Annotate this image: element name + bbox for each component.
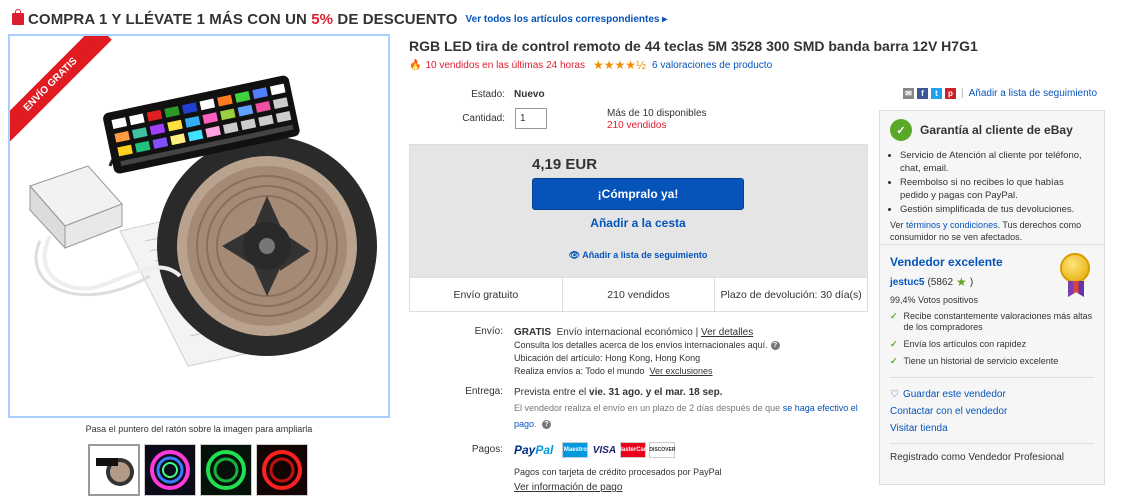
delivery-info-icon[interactable]: ? xyxy=(542,420,552,430)
guarantee-shield-icon: ✓ xyxy=(890,119,912,141)
mastercard-icon: MasterCard xyxy=(617,442,650,458)
check-icon: ✓ xyxy=(890,311,898,321)
ebay-guarantee-box: ✓ Garantía al cliente de eBay Servicio d… xyxy=(879,110,1105,245)
email-icon[interactable]: ✉ xyxy=(903,88,914,99)
quantity-input[interactable]: 1 xyxy=(515,108,547,129)
item-location-label: Ubicación del artículo: xyxy=(514,353,603,363)
see-matching-items-link[interactable]: Ver todos los artículos correspondientes… xyxy=(466,14,668,25)
save-seller-link[interactable]: Guardar este vendedor xyxy=(903,389,1006,400)
guarantee-title: Garantía al cliente de eBay xyxy=(920,123,1073,137)
price: 4,19 EUR xyxy=(532,156,598,173)
eye-icon: 👁 xyxy=(568,250,583,260)
highlight-sold: 210 vendidos xyxy=(563,278,716,311)
main-product-image[interactable]: ENVÍO GRATIS xyxy=(8,34,390,418)
quantity-row: Cantidad: 1 xyxy=(409,108,547,129)
check-icon: ✓ xyxy=(890,339,898,349)
payments-label: Pagos: xyxy=(471,444,503,455)
condition-row: Estado: Nuevo xyxy=(409,89,545,100)
shipping-info: GRATIS Envío internacional económico | V… xyxy=(514,326,780,378)
thumbnail-2[interactable] xyxy=(144,444,196,496)
delivery-label: Entrega: xyxy=(465,386,503,397)
promo-title: COMPRA 1 Y LLÉVATE 1 MÁS CON UN 5% DE DE… xyxy=(28,10,458,28)
seller-check-item: Tiene un historial de servicio excelente xyxy=(903,356,1059,366)
available-count: Más de 10 disponibles xyxy=(607,108,707,119)
reviews-link[interactable]: 6 valoraciones de producto xyxy=(652,60,772,71)
shipping-method: Envío internacional económico xyxy=(556,327,693,338)
thumbnail-1[interactable] xyxy=(88,444,140,496)
seller-check-item: Envía los artículos con rapidez xyxy=(903,339,1027,349)
highlight-returns: Plazo de devolución: 30 día(s) xyxy=(720,288,862,301)
exclusions-link[interactable]: Ver exclusiones xyxy=(649,366,712,376)
shopping-bag-icon xyxy=(12,9,24,25)
product-meta: 🔥 10 vendidos en las últimas 24 horas ★★… xyxy=(409,58,772,72)
heart-icon: ♡ xyxy=(890,389,899,400)
shipping-label: Envío: xyxy=(474,326,503,337)
guarantee-item: Gestión simplificada de tus devoluciones… xyxy=(900,203,1094,216)
seller-checks: ✓ Recibe constantemente valoraciones más … xyxy=(890,311,1094,367)
sold-count: 210 vendidos xyxy=(607,120,667,131)
ships-to-label: Realiza envíos a: xyxy=(514,366,584,376)
highlights-strip: Envío gratuito 210 vendidos Plazo de dev… xyxy=(410,277,867,311)
visit-store-link[interactable]: Visitar tienda xyxy=(890,423,948,434)
visa-icon: VISA xyxy=(592,444,617,456)
seller-username[interactable]: jestuc5 xyxy=(890,277,924,288)
thumbnail-4[interactable] xyxy=(256,444,308,496)
condition-label: Estado: xyxy=(471,89,505,100)
thumbnail-3[interactable] xyxy=(200,444,252,496)
registered-business: Registrado como Vendedor Profesional xyxy=(890,443,1094,463)
seller-box: Vendedor excelente jestuc5 (5862 ★ ) 99,… xyxy=(879,245,1105,485)
info-icon[interactable]: ? xyxy=(770,341,780,351)
availability: Más de 10 disponibles 210 vendidos xyxy=(607,108,707,132)
payment-methods: PayPal Maestro VISA MasterCard DISCOVER xyxy=(514,442,675,458)
watchlist-link[interactable]: Añadir a lista de seguimiento xyxy=(969,88,1097,99)
zoom-hint: Pasa el puntero del ratón sobre la image… xyxy=(85,424,313,434)
seller-links: ♡ Guardar este vendedor Contactar con el … xyxy=(890,377,1094,437)
led-strip-photo xyxy=(10,36,388,416)
feedback-star-icon: ★ xyxy=(956,275,967,289)
discover-icon: DISCOVER xyxy=(649,442,675,458)
product-title: RGB LED tira de control remoto de 44 tec… xyxy=(409,38,978,54)
guarantee-footnote: Ver términos y condiciones. Tus derechos… xyxy=(890,220,1082,242)
delivery-info: Prevista entre el vie. 31 ago. y el mar.… xyxy=(514,387,858,430)
shipping-consult: Consulta los detalles acerca de los enví… xyxy=(514,340,768,350)
top-seller-medal-icon xyxy=(1060,253,1090,283)
condition-value: Nuevo xyxy=(514,89,545,100)
contact-seller-link[interactable]: Contactar con el vendedor xyxy=(890,406,1007,417)
thumbnail-strip xyxy=(88,444,308,496)
seller-check-item: Recibe constantemente valoraciones más a… xyxy=(903,311,1093,332)
twitter-icon[interactable]: t xyxy=(931,88,942,99)
promo-banner: COMPRA 1 Y LLÉVATE 1 MÁS CON UN 5% DE DE… xyxy=(12,8,667,30)
guarantee-item: Servicio de Atención al cliente por telé… xyxy=(900,149,1094,175)
maestro-icon: Maestro xyxy=(562,442,589,458)
quantity-label: Cantidad: xyxy=(462,113,505,124)
positive-feedback: 99,4% Votos positivos xyxy=(890,295,979,305)
buy-now-button[interactable]: ¡Cómpralo ya! xyxy=(532,178,744,210)
payment-processed-note: Pagos con tarjeta de crédito procesados … xyxy=(514,467,722,477)
shipping-details-link[interactable]: Ver detalles xyxy=(701,327,753,338)
share-bar: ✉ f t p | Añadir a lista de seguimiento xyxy=(903,88,1097,99)
pinterest-icon[interactable]: p xyxy=(945,88,956,99)
feedback-score[interactable]: (5862 xyxy=(927,277,953,288)
shipping-free: GRATIS xyxy=(514,327,552,338)
paypal-logo: PayPal xyxy=(514,443,554,457)
rating-stars-icon[interactable]: ★★★★½ xyxy=(593,58,646,72)
terms-link[interactable]: términos y condiciones xyxy=(906,220,998,230)
facebook-icon[interactable]: f xyxy=(917,88,928,99)
payment-info-link[interactable]: Ver información de pago xyxy=(514,481,622,494)
check-icon: ✓ xyxy=(890,356,898,366)
add-to-cart-button[interactable]: Añadir a la cesta xyxy=(532,216,744,230)
sold-last-24h: 10 vendidos en las últimas 24 horas xyxy=(425,59,585,71)
fire-icon: 🔥 xyxy=(409,59,422,71)
ships-to: Todo el mundo xyxy=(585,366,645,376)
add-to-watchlist-button[interactable]: 👁 Añadir a lista de seguimiento xyxy=(532,250,744,261)
guarantee-item: Reembolso si no recibes lo que habías pe… xyxy=(900,176,1094,202)
highlight-free-shipping: Envío gratuito xyxy=(410,278,563,311)
item-location: Hong Kong, Hong Kong xyxy=(605,353,701,363)
